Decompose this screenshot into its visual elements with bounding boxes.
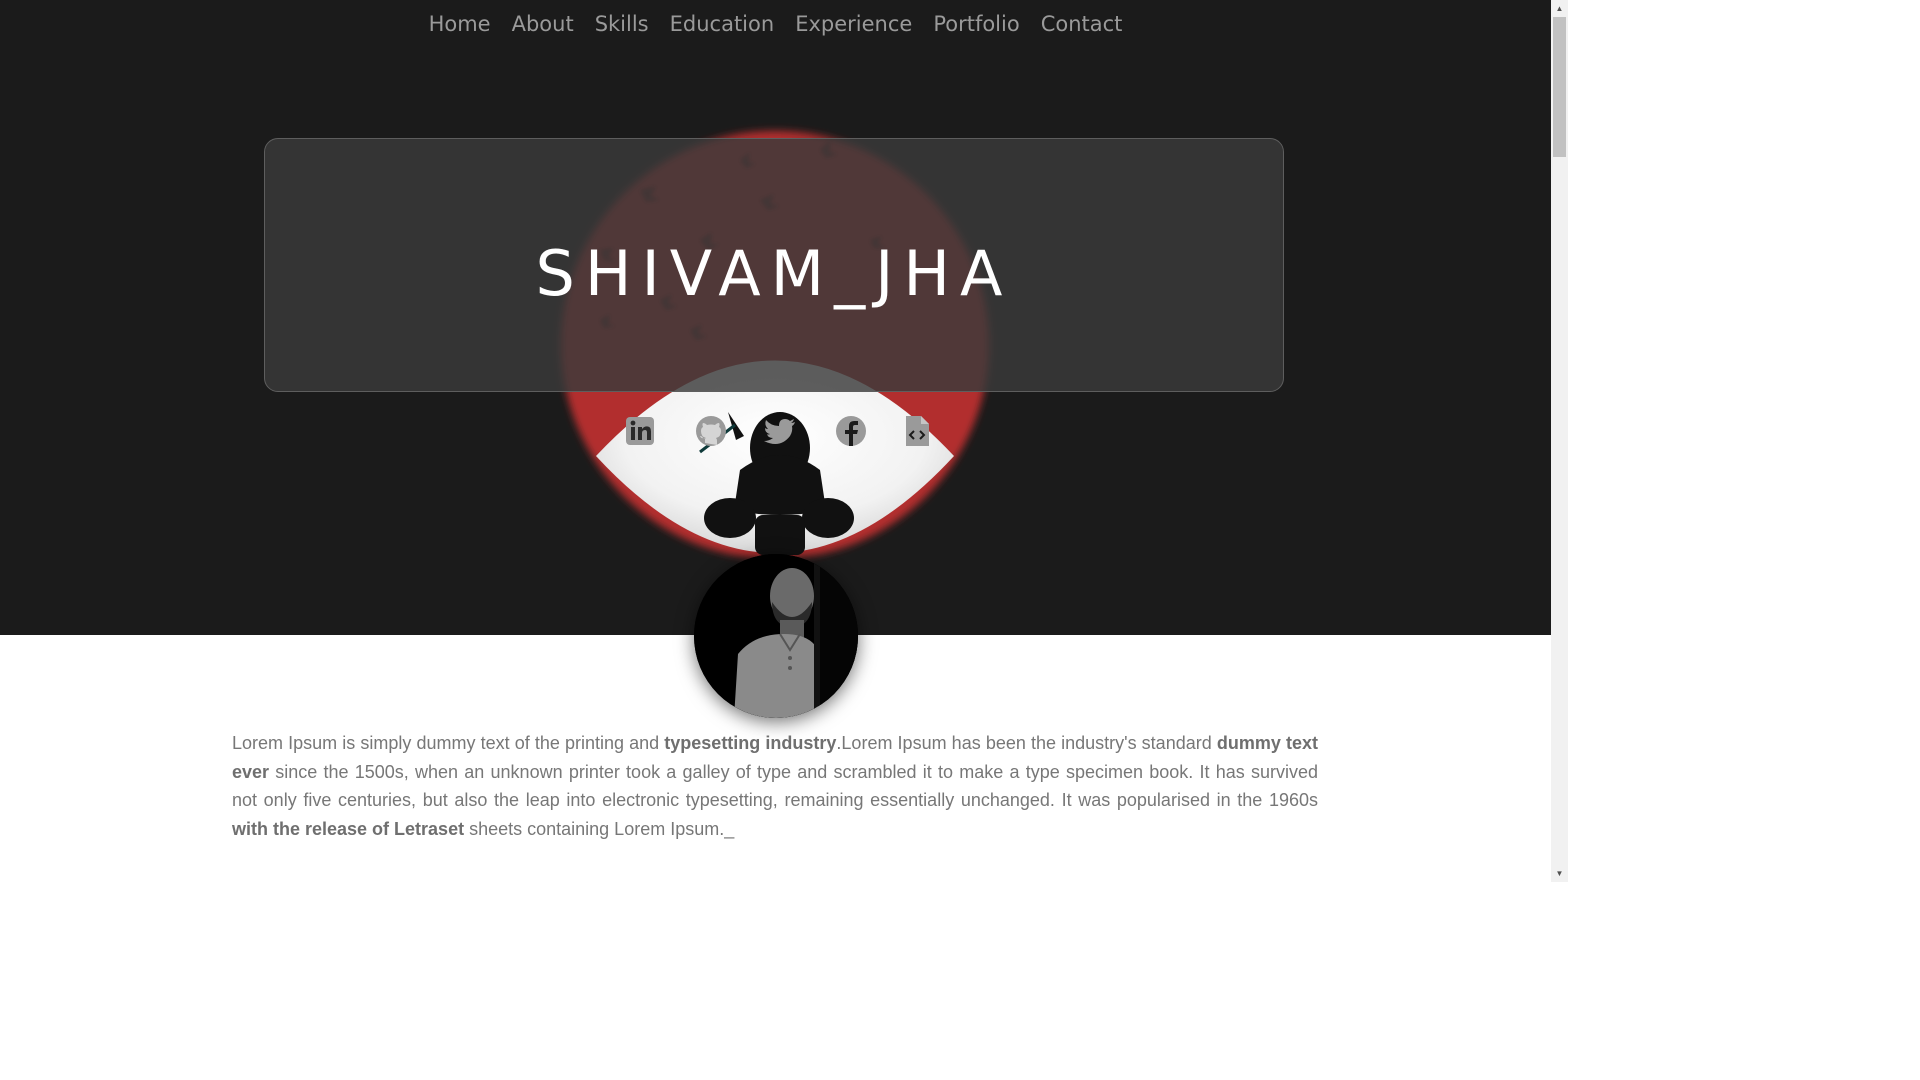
nav-portfolio-link[interactable]: Portfolio: [933, 8, 1019, 40]
about-text-2: .Lorem Ipsum has been the industry's sta…: [836, 733, 1217, 753]
scroll-up-arrow-icon[interactable]: ▲: [1551, 0, 1568, 17]
about-text-4: sheets containing Lorem Ipsum.: [464, 819, 725, 840]
hero-title: SHIVAM_JHA: [535, 237, 1013, 310]
typing-cursor: _: [724, 819, 735, 840]
nav-about-link[interactable]: About: [512, 8, 574, 40]
nav-experience-link[interactable]: Experience: [795, 8, 912, 40]
about-text-3: since the 1500s, when an unknown printer…: [232, 761, 1318, 811]
about-paragraph: Lorem Ipsum is simply dummy text of the …: [232, 729, 1318, 844]
code-file-icon[interactable]: [899, 413, 935, 449]
hero-section: Home About Skills Education Experience P…: [0, 0, 1551, 635]
nav-contact-link[interactable]: Contact: [1041, 8, 1123, 40]
nav-education-link[interactable]: Education: [670, 8, 775, 40]
github-icon[interactable]: [693, 413, 729, 449]
profile-avatar: [694, 554, 858, 718]
hero-title-card: SHIVAM_JHA: [264, 138, 1284, 392]
scrollbar-thumb[interactable]: [1553, 17, 1566, 157]
linkedin-icon[interactable]: [622, 413, 658, 449]
about-bold-3: with the release of Letraset: [232, 819, 465, 840]
social-links: [620, 413, 940, 453]
about-text-1: Lorem Ipsum is simply dummy text of the …: [232, 733, 665, 753]
facebook-icon[interactable]: [833, 413, 869, 449]
nav-skills-link[interactable]: Skills: [595, 8, 649, 40]
about-bold-1: typesetting industry: [664, 733, 837, 753]
scroll-down-arrow-icon[interactable]: ▼: [1551, 865, 1568, 882]
nav-home-link[interactable]: Home: [429, 8, 491, 40]
top-nav: Home About Skills Education Experience P…: [0, 8, 1551, 40]
vertical-scrollbar[interactable]: ▲ ▼: [1551, 0, 1568, 882]
twitter-icon[interactable]: [763, 413, 799, 449]
